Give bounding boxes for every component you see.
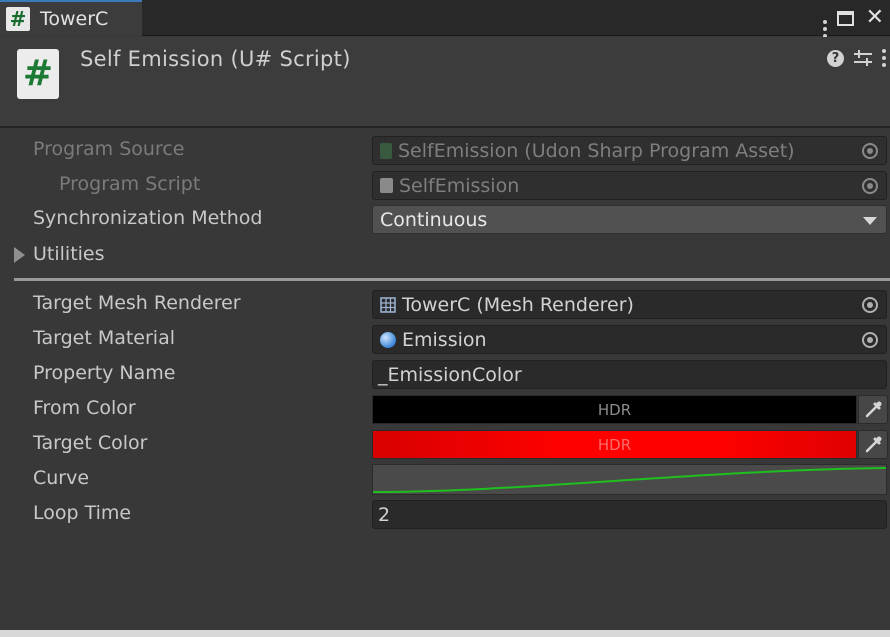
target-color-swatch[interactable]: HDR [372, 430, 857, 459]
sync-method-row: Synchronization Method Continuous [0, 203, 890, 237]
from-color-eyedropper-button[interactable] [858, 395, 888, 424]
program-source-value: SelfEmission (Udon Sharp Program Asset) [398, 139, 795, 162]
eyedropper-icon [865, 436, 882, 453]
utilities-foldout[interactable]: Utilities [0, 239, 890, 273]
loop-time-value: 2 [378, 503, 391, 526]
help-icon[interactable]: ? [827, 49, 844, 67]
property-name-value: _EmissionColor [378, 363, 522, 386]
target-material-value: Emission [402, 328, 487, 351]
target-mesh-renderer-row: Target Mesh Renderer TowerC (Mesh Render… [0, 288, 890, 322]
curve-row: Curve [0, 463, 890, 497]
udon-asset-icon [380, 142, 392, 159]
component-title: Self Emission (U# Script) [80, 47, 351, 71]
program-script-value: SelfEmission [399, 174, 520, 197]
from-color-row: From Color HDR [0, 393, 890, 427]
mesh-grid-icon [380, 296, 396, 313]
tab-title: TowerC [40, 8, 109, 30]
sync-method-dropdown[interactable]: Continuous [372, 205, 887, 234]
program-script-field[interactable]: SelfEmission [372, 171, 887, 200]
target-material-row: Target Material Emission [0, 323, 890, 357]
target-color-eyedropper-button[interactable] [858, 430, 888, 459]
sync-method-value: Continuous [380, 208, 488, 231]
loop-time-input[interactable]: 2 [372, 500, 887, 529]
property-name-input[interactable]: _EmissionColor [372, 360, 887, 389]
curve-line [373, 467, 886, 493]
scene-view-edge [0, 630, 890, 637]
utilities-label: Utilities [33, 243, 105, 265]
script-icon: # [17, 49, 59, 99]
curve-field[interactable] [372, 464, 887, 495]
chevron-down-icon [863, 217, 877, 225]
sync-method-label: Synchronization Method [33, 207, 263, 229]
object-picker-icon[interactable] [862, 297, 878, 313]
tab-towerc[interactable]: # TowerC [0, 0, 142, 36]
hdr-badge: HDR [597, 435, 632, 454]
object-picker-icon[interactable] [862, 178, 878, 194]
program-script-label: Program Script [59, 173, 201, 195]
target-mesh-renderer-value: TowerC (Mesh Renderer) [402, 293, 634, 316]
target-mesh-renderer-label: Target Mesh Renderer [33, 292, 241, 314]
loop-time-label: Loop Time [33, 502, 132, 524]
close-icon[interactable]: ✕ [866, 0, 884, 36]
target-mesh-renderer-field[interactable]: TowerC (Mesh Renderer) [372, 290, 887, 319]
hash-script-icon: # [6, 7, 30, 31]
curve-label: Curve [33, 467, 90, 489]
target-color-row: Target Color HDR [0, 428, 890, 462]
program-source-label: Program Source [33, 138, 185, 160]
hdr-badge: HDR [597, 400, 632, 419]
maximize-icon[interactable] [836, 10, 854, 26]
from-color-swatch[interactable]: HDR [372, 395, 857, 424]
loop-time-row: Loop Time 2 [0, 498, 890, 532]
program-source-row: Program Source SelfEmission (Udon Sharp … [0, 134, 890, 168]
program-source-field[interactable]: SelfEmission (Udon Sharp Program Asset) [372, 136, 887, 165]
program-script-row: Program Script SelfEmission [0, 169, 890, 203]
object-picker-icon[interactable] [862, 143, 878, 159]
eyedropper-icon [865, 401, 882, 418]
kebab-menu-icon[interactable] [822, 0, 827, 38]
window-controls: ✕ [822, 0, 890, 38]
target-material-label: Target Material [33, 327, 176, 349]
section-divider [14, 278, 890, 281]
header-icons: ? [827, 49, 886, 67]
target-material-field[interactable]: Emission [372, 325, 887, 354]
foldout-arrow-icon[interactable] [14, 247, 25, 263]
component-header: # Self Emission (U# Script) ? [0, 37, 890, 128]
from-color-label: From Color [33, 397, 136, 419]
component-menu-icon[interactable] [882, 49, 886, 67]
property-name-row: Property Name _EmissionColor [0, 358, 890, 392]
object-picker-icon[interactable] [862, 332, 878, 348]
tab-bar: # TowerC ✕ [0, 0, 890, 38]
presets-sliders-icon[interactable] [854, 49, 872, 67]
material-sphere-icon [380, 331, 396, 348]
script-file-icon [380, 178, 393, 193]
target-color-label: Target Color [33, 432, 148, 454]
property-name-label: Property Name [33, 362, 176, 384]
